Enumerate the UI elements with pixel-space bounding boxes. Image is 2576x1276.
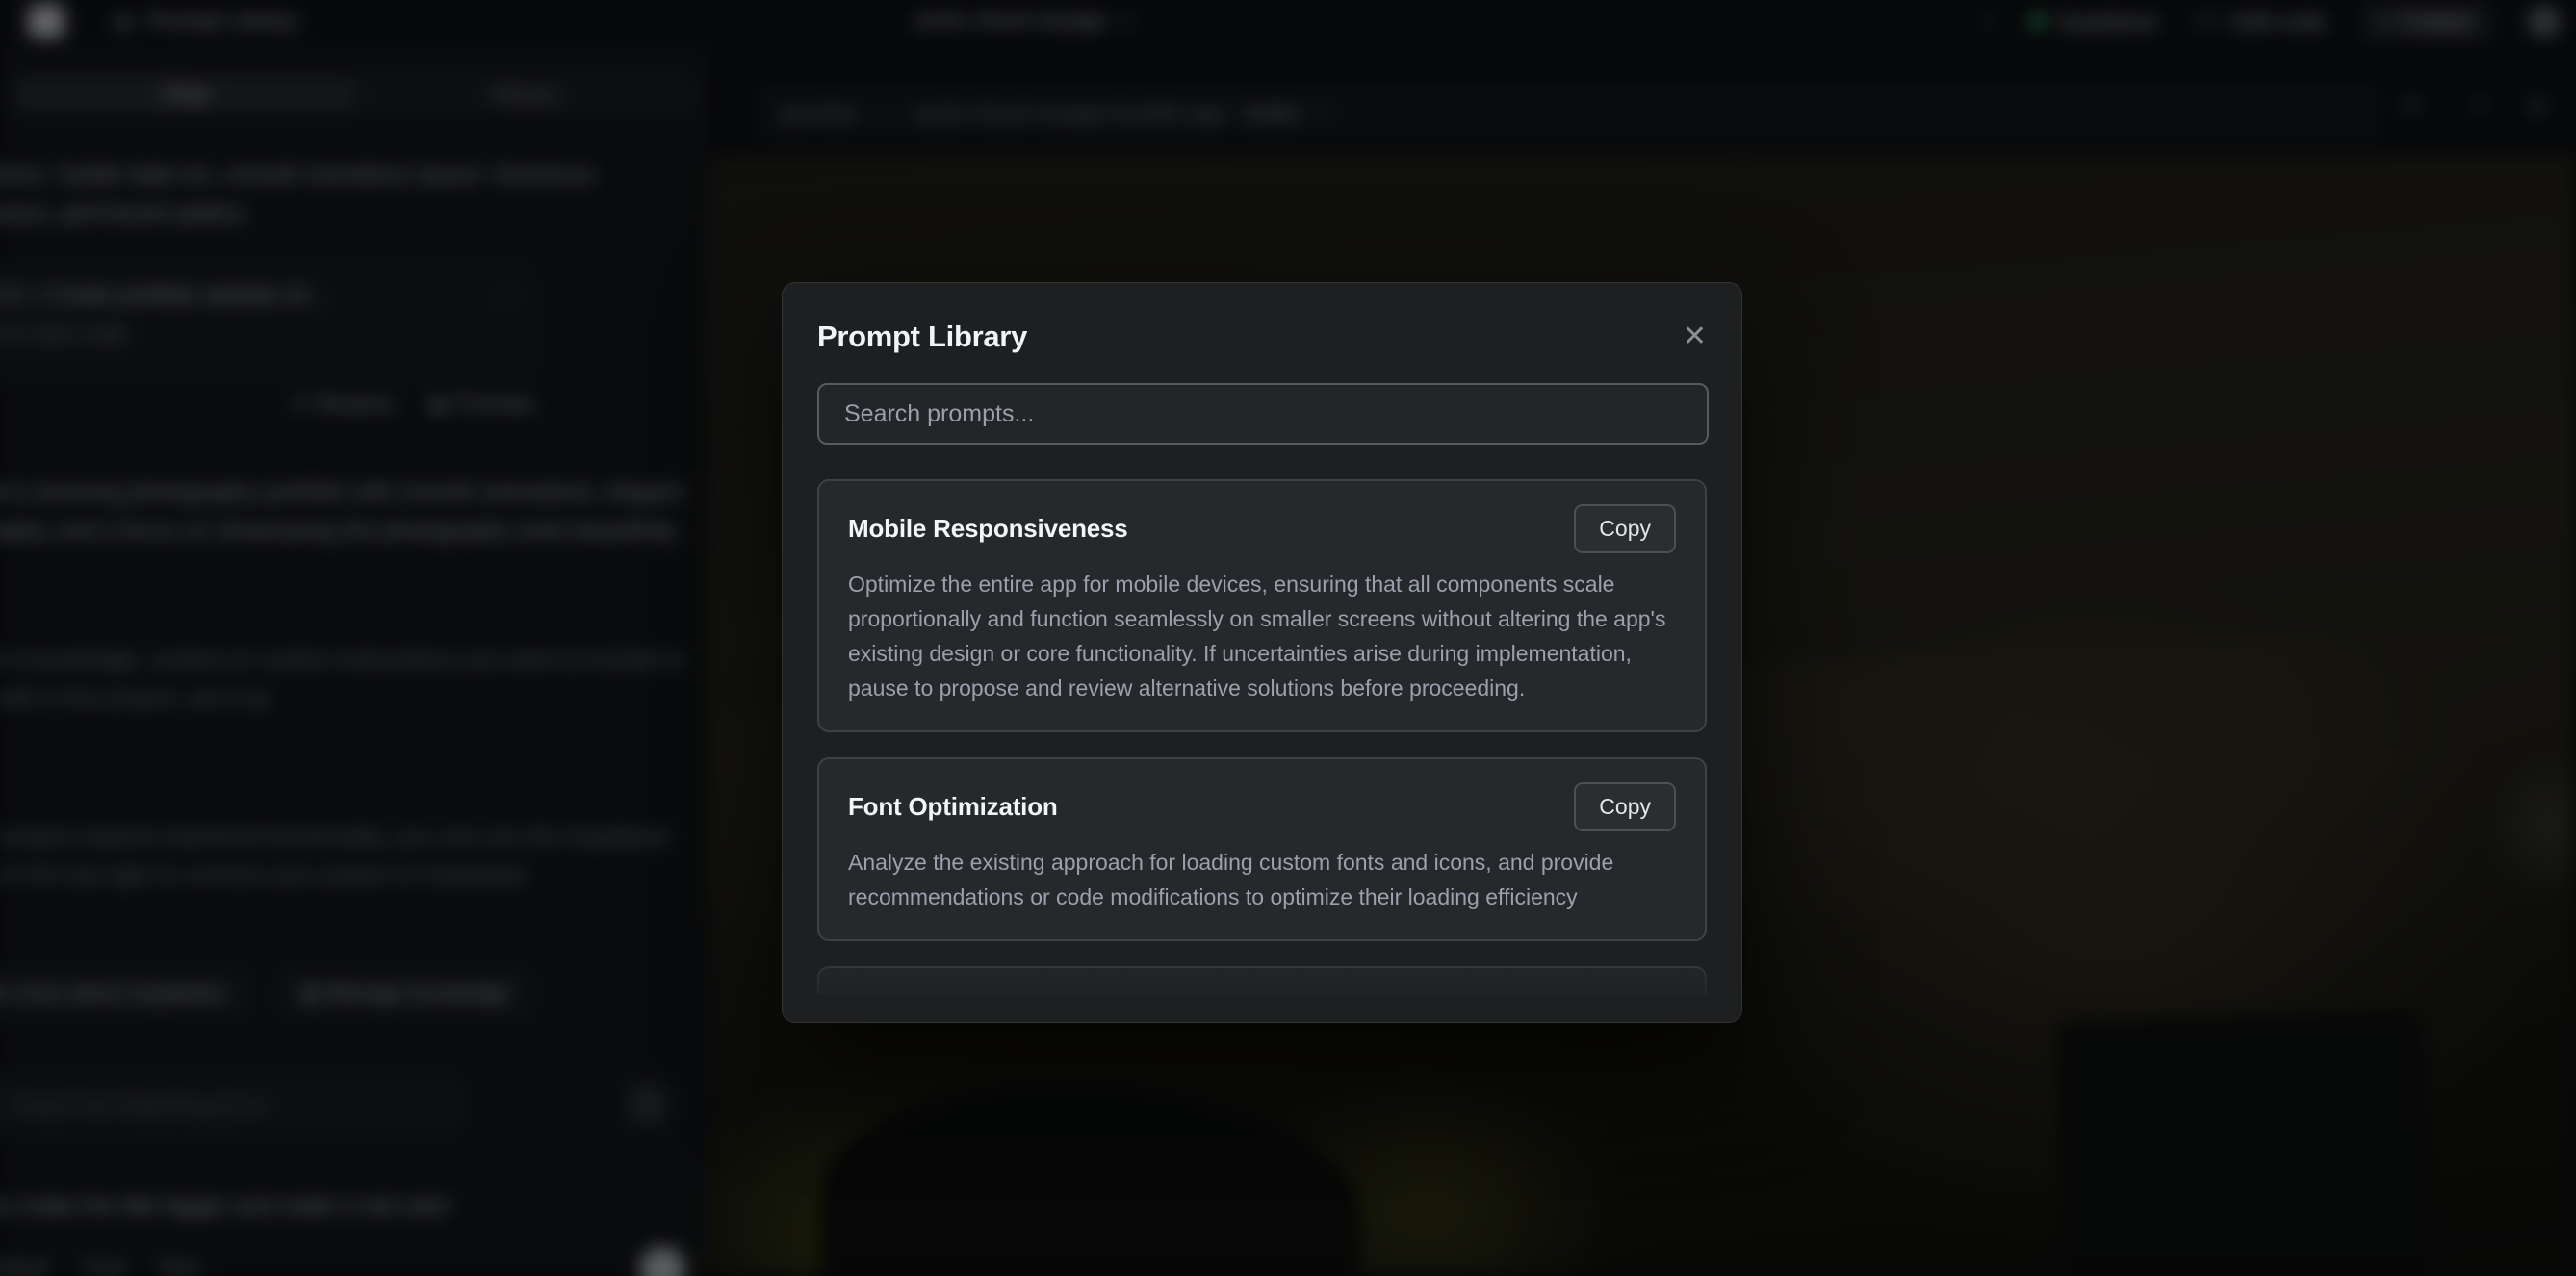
prompt-list: Mobile Responsiveness Copy Optimize the … bbox=[817, 479, 1707, 995]
prompt-card-header: Mobile Responsiveness Copy bbox=[848, 504, 1676, 553]
close-icon[interactable]: ✕ bbox=[1683, 322, 1707, 351]
prompt-description: Analyze the existing approach for loadin… bbox=[848, 845, 1676, 914]
modal-title: Prompt Library bbox=[817, 319, 1027, 354]
copy-button[interactable]: Copy bbox=[1574, 782, 1676, 831]
prompt-library-modal: Prompt Library ✕ Mobile Responsiveness C… bbox=[782, 282, 1742, 1023]
prompt-title: Font Optimization bbox=[848, 792, 1058, 822]
app-window: ▤ Prompt Library arctic-cloud-voyage ◔ S… bbox=[0, 0, 2576, 1276]
prompt-description: Optimize the entire app for mobile devic… bbox=[848, 567, 1676, 705]
prompt-card-partial bbox=[817, 966, 1707, 995]
prompt-card: Mobile Responsiveness Copy Optimize the … bbox=[817, 479, 1707, 732]
search-input[interactable] bbox=[817, 383, 1709, 445]
prompt-title: Mobile Responsiveness bbox=[848, 514, 1128, 544]
prompt-card: Font Optimization Copy Analyze the exist… bbox=[817, 757, 1707, 941]
copy-button[interactable]: Copy bbox=[1574, 504, 1676, 553]
prompt-card-header: Font Optimization Copy bbox=[848, 782, 1676, 831]
modal-header: Prompt Library ✕ bbox=[783, 283, 1741, 354]
